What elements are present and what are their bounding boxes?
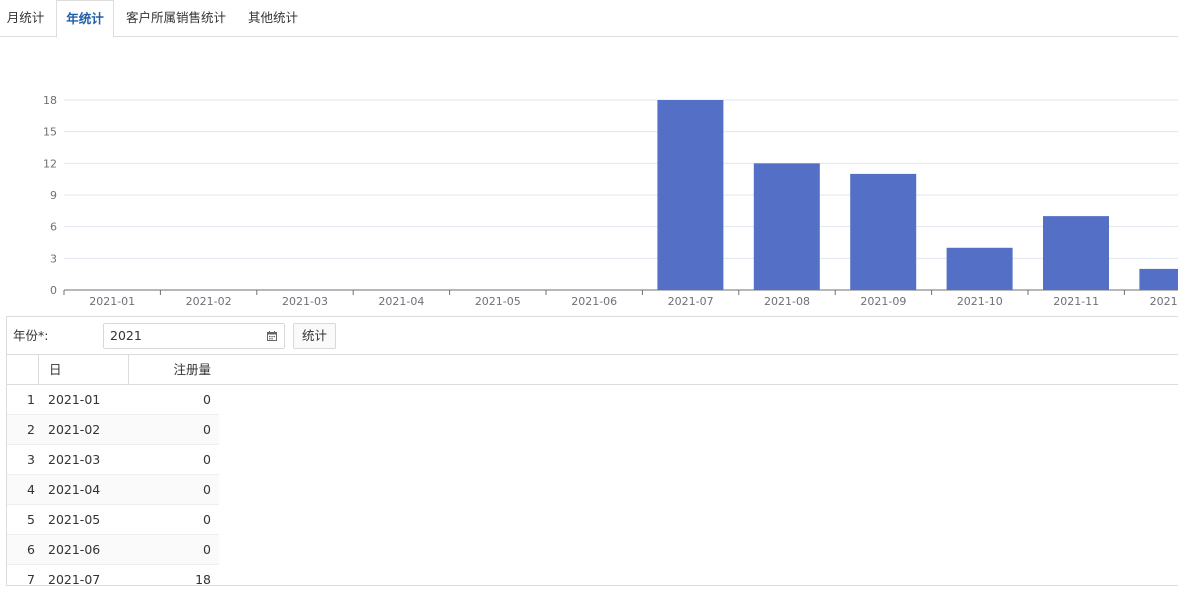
year-label: 年份*: — [13, 328, 49, 343]
year-input[interactable]: 2021 — [103, 323, 285, 349]
bar — [657, 100, 724, 290]
cell-register-count: 0 — [203, 452, 211, 467]
header-rownumber — [7, 355, 39, 385]
row-number: 4 — [27, 482, 35, 497]
header-day[interactable]: 日 — [39, 355, 129, 385]
calendar-icon[interactable] — [267, 331, 277, 341]
x-tick-label: 2021-06 — [571, 295, 617, 308]
row-number: 1 — [27, 392, 35, 407]
tab-bar: 月统计 年统计 客户所属销售统计 其他统计 — [0, 0, 1178, 38]
y-tick-label: 18 — [43, 94, 57, 107]
y-tick-label: 9 — [50, 189, 57, 202]
table-row[interactable]: 5 2021-05 0 — [7, 505, 219, 535]
x-tick-label: 2021-12 — [1150, 295, 1178, 308]
table-row[interactable]: 6 2021-06 0 — [7, 535, 219, 565]
tab-yearly-stats[interactable]: 年统计 — [56, 0, 114, 38]
cell-register-count: 0 — [203, 512, 211, 527]
year-input-value: 2021 — [110, 328, 142, 343]
y-tick-label: 3 — [50, 252, 57, 265]
header-register-count[interactable]: 注册量 — [129, 355, 211, 385]
registration-bar-chart: 0 3 6 9 12 15 18 2021-01 2021-02 2021-03 2021-04 20… — [0, 37, 1178, 316]
row-number: 7 — [27, 572, 35, 586]
tab-other-stats[interactable]: 其他统计 — [240, 0, 306, 37]
table-row[interactable]: 1 2021-01 0 — [7, 385, 219, 415]
row-number: 6 — [27, 542, 35, 557]
x-tick-label: 2021-08 — [764, 295, 810, 308]
registration-table: 日 注册量 1 2021-01 0 2 2021-02 0 3 2021-03 0 4 2021-0… — [6, 355, 1178, 586]
row-number: 2 — [27, 422, 35, 437]
bar — [1043, 216, 1109, 290]
cell-day: 2021-06 — [48, 542, 101, 557]
bar — [850, 173, 917, 290]
chart-svg: 0 3 6 9 12 15 18 2021-01 2021-02 2021-03 2021-04 20… — [43, 94, 1178, 308]
cell-register-count: 0 — [203, 482, 211, 497]
table-row[interactable]: 4 2021-04 0 — [7, 475, 219, 505]
y-tick-label: 15 — [43, 126, 57, 139]
table-row[interactable]: 3 2021-03 0 — [7, 445, 219, 475]
x-tick-label: 2021-11 — [1053, 295, 1099, 308]
row-number: 3 — [27, 452, 35, 467]
year-filter-form: 年份*: 2021 统计 — [6, 316, 1178, 355]
cell-day: 2021-04 — [48, 482, 101, 497]
stats-submit-button[interactable]: 统计 — [293, 323, 336, 349]
table-row[interactable]: 2 2021-02 0 — [7, 415, 219, 445]
bar — [1139, 268, 1178, 290]
x-tick-label: 2021-10 — [957, 295, 1003, 308]
cell-day: 2021-03 — [48, 452, 101, 467]
tab-sales-stats[interactable]: 客户所属销售统计 — [118, 0, 234, 37]
cell-day: 2021-05 — [48, 512, 101, 527]
table-row[interactable]: 7 2021-07 18 — [7, 565, 219, 586]
cell-register-count: 18 — [195, 572, 211, 586]
y-tick-label: 12 — [43, 157, 57, 170]
cell-day: 2021-07 — [48, 572, 101, 586]
x-tick-label: 2021-04 — [378, 295, 424, 308]
x-tick-label: 2021-05 — [475, 295, 521, 308]
x-tick-label: 2021-03 — [282, 295, 328, 308]
bar — [753, 163, 820, 290]
cell-register-count: 0 — [203, 392, 211, 407]
cell-day: 2021-01 — [48, 392, 101, 407]
y-tick-label: 6 — [50, 221, 57, 234]
y-tick-label: 0 — [50, 284, 57, 297]
cell-day: 2021-02 — [48, 422, 101, 437]
x-tick-label: 2021-07 — [668, 295, 714, 308]
x-tick-label: 2021-02 — [186, 295, 232, 308]
x-tick-label: 2021-01 — [89, 295, 135, 308]
row-number: 5 — [27, 512, 35, 527]
cell-register-count: 0 — [203, 542, 211, 557]
bar — [946, 247, 1013, 290]
cell-register-count: 0 — [203, 422, 211, 437]
x-tick-label: 2021-09 — [860, 295, 906, 308]
table-header: 日 注册量 — [7, 355, 1178, 385]
tab-monthly-stats[interactable]: 月统计 — [0, 0, 51, 37]
